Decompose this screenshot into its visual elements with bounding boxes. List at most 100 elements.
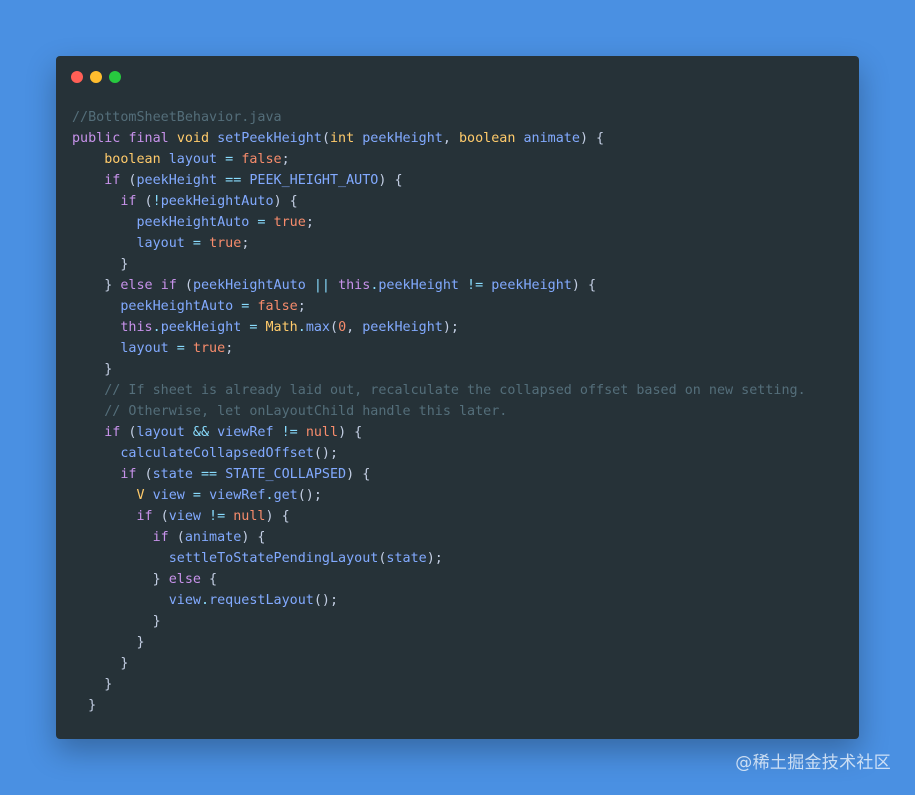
code-line: V view = viewRef.get();	[72, 485, 806, 506]
code-token: }	[136, 635, 145, 650]
code-token: .	[201, 593, 210, 608]
code-token: =	[184, 488, 210, 503]
code-line: }	[72, 632, 806, 653]
watermark: @稀土掘金技术社区	[735, 753, 891, 773]
code-block: //BottomSheetBehavior.java public final v…	[72, 107, 806, 716]
code-token: void	[176, 131, 210, 146]
code-token: view	[168, 593, 201, 608]
code-token: ||	[305, 278, 339, 293]
code-line: settleToStatePendingLayout(state);	[72, 548, 806, 569]
code-line: } else {	[72, 569, 806, 590]
code-token: 0	[338, 320, 347, 335]
code-token: requestLayout	[209, 593, 314, 608]
code-token: if	[136, 509, 153, 524]
code-token: setPeekHeight	[217, 131, 322, 146]
code-window: //BottomSheetBehavior.java public final v…	[56, 56, 859, 739]
code-token: int	[330, 131, 355, 146]
code-token: );	[426, 551, 443, 566]
code-token: !=	[273, 425, 306, 440]
code-token: peekHeightAuto	[160, 194, 274, 209]
code-token: =	[184, 236, 210, 251]
code-token: V	[136, 488, 145, 503]
code-token: final	[128, 131, 169, 146]
code-token: boolean	[104, 152, 161, 167]
code-token: null	[233, 509, 266, 524]
code-token: ) {	[241, 530, 266, 545]
code-token: this	[338, 278, 371, 293]
code-line: } else if (peekHeightAuto || this.peekHe…	[72, 275, 806, 296]
code-token: // If sheet is already laid out, recalcu…	[104, 383, 806, 398]
code-token: ();	[313, 446, 339, 461]
maximize-button[interactable]	[109, 71, 121, 83]
code-line: peekHeightAuto = true;	[72, 212, 806, 233]
code-token: PEEK_HEIGHT_AUTO	[249, 173, 379, 188]
close-button[interactable]	[71, 71, 83, 83]
code-line: if (state == STATE_COLLAPSED) {	[72, 464, 806, 485]
code-token: STATE_COLLAPSED	[225, 467, 347, 482]
code-line: }	[72, 254, 806, 275]
code-line: if (animate) {	[72, 527, 806, 548]
code-token: get	[273, 488, 298, 503]
code-token: peekHeightAuto	[136, 215, 250, 230]
code-token: peekHeightAuto	[120, 299, 234, 314]
code-token: }	[88, 698, 97, 713]
code-line: }	[72, 695, 806, 716]
code-token: ) {	[579, 131, 605, 146]
code-line: boolean layout = false;	[72, 149, 806, 170]
code-line: view.requestLayout();	[72, 590, 806, 611]
code-line: }	[72, 674, 806, 695]
code-token: ;	[305, 215, 314, 230]
code-token: =	[241, 320, 266, 335]
code-token: ) {	[378, 173, 403, 188]
code-token: }	[104, 278, 121, 293]
code-token: }	[120, 257, 129, 272]
code-token: false	[241, 152, 282, 167]
code-token: &&	[184, 425, 218, 440]
code-token: Math	[265, 320, 298, 335]
code-token: if	[120, 194, 137, 209]
code-token: null	[305, 425, 339, 440]
code-token: ;	[297, 299, 306, 314]
code-token: view	[152, 488, 185, 503]
code-token: =	[233, 299, 258, 314]
code-token: =	[249, 215, 274, 230]
code-token: animate	[184, 530, 242, 545]
code-token: ) {	[273, 194, 298, 209]
code-line: peekHeightAuto = false;	[72, 296, 806, 317]
code-token: }	[120, 656, 129, 671]
code-token: boolean	[459, 131, 516, 146]
code-token: ();	[297, 488, 322, 503]
code-token: public	[72, 131, 121, 146]
code-token: !=	[201, 509, 234, 524]
code-line: //BottomSheetBehavior.java	[72, 107, 806, 128]
code-line: // Otherwise, let onLayoutChild handle t…	[72, 401, 806, 422]
code-token: =	[217, 152, 242, 167]
code-token: if	[104, 173, 121, 188]
code-token: !=	[459, 278, 492, 293]
code-token: else	[120, 278, 153, 293]
code-token: }	[104, 677, 113, 692]
code-token: (	[168, 530, 185, 545]
code-token: state	[386, 551, 427, 566]
code-token: }	[152, 614, 161, 629]
code-line: this.peekHeight = Math.max(0, peekHeight…	[72, 317, 806, 338]
code-token: ==	[192, 467, 226, 482]
minimize-button[interactable]	[90, 71, 102, 83]
